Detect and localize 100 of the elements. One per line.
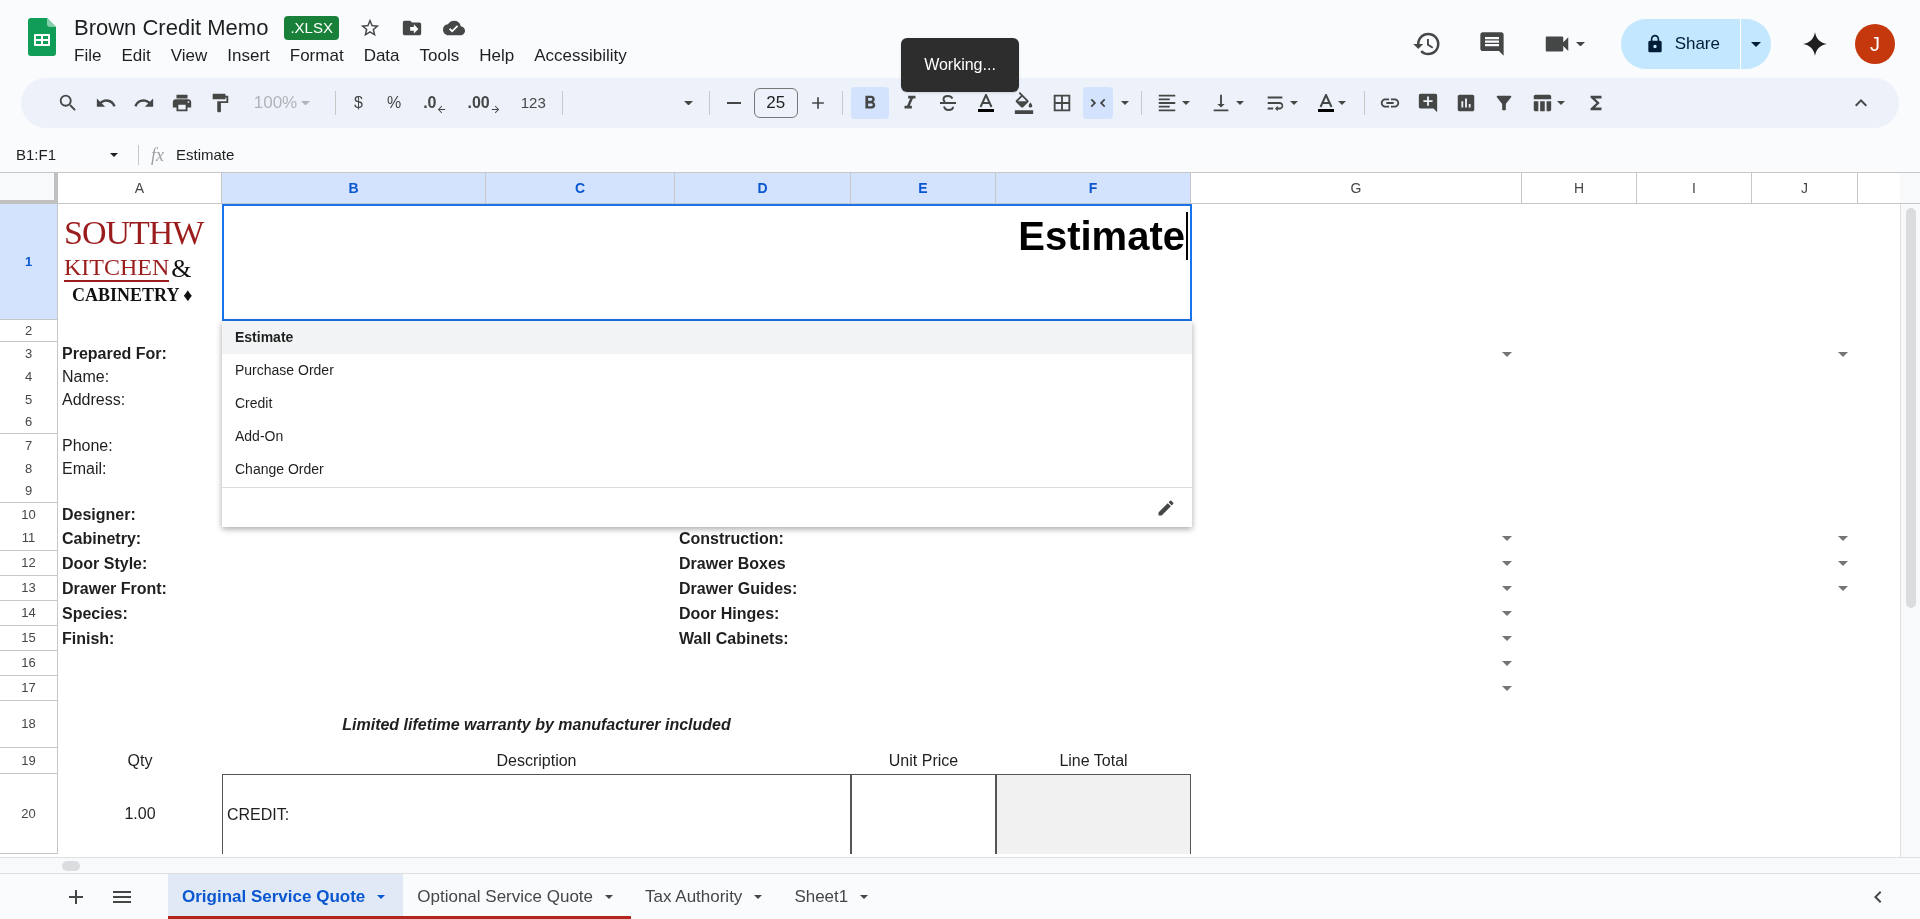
dropdown-arrow-icon[interactable] [1502,561,1512,566]
dropdown-option[interactable]: Change Order [222,453,1192,486]
working-toast: Working... [901,38,1019,92]
comment-icon[interactable] [1477,30,1506,58]
dropdown-arrow-icon[interactable] [1502,536,1512,541]
dropdown-option[interactable]: Estimate [222,321,1192,354]
horizontal-scrollbar[interactable] [62,860,80,871]
column-header[interactable]: A [58,173,222,204]
dropdown-arrow-icon[interactable] [1502,611,1512,616]
number-format-button[interactable]: 123 [512,87,554,119]
caret-icon [1120,101,1129,105]
caret-icon [1289,101,1298,105]
row-header[interactable]: 14 [0,601,58,626]
dropdown-option[interactable]: Add-On [222,420,1192,453]
paint-bucket-icon [1012,92,1035,114]
menu-item[interactable]: Insert [227,44,270,68]
row-header[interactable]: 19 [0,748,58,774]
document-title[interactable]: Brown Credit Memo [74,13,269,43]
cell-label: Prepared For: [61,344,168,364]
sparkle-icon[interactable] [1803,32,1827,56]
menu-item[interactable]: Data [363,44,400,68]
sheet-tab[interactable]: Optional Service Quote [403,874,632,919]
account-avatar[interactable]: J [1855,24,1895,64]
row-header[interactable]: 11 [0,526,58,551]
menu-item[interactable]: Accessibility [534,44,627,68]
row-header[interactable]: 20 [0,774,58,854]
cell-label: Email: [61,459,108,479]
menu-item[interactable]: View [170,44,208,68]
bold-button[interactable] [850,87,889,119]
row-header[interactable]: 9 [0,480,58,503]
currency-format-button[interactable]: $ [344,87,373,119]
menu-item[interactable]: Help [479,44,515,68]
menu-item[interactable]: Edit [121,44,151,68]
caret-icon [683,100,693,106]
column-header[interactable]: F [996,173,1191,204]
star-icon[interactable] [358,17,381,39]
dropdown-arrow-icon[interactable] [1838,586,1848,591]
row-header[interactable]: 18 [0,701,58,748]
dropdown-arrow-icon[interactable] [1502,661,1512,666]
caret-icon [301,100,311,106]
row-header[interactable]: 12 [0,551,58,576]
row-header[interactable]: 16 [0,651,58,676]
sheets-logo-icon[interactable] [28,18,56,56]
column-header[interactable]: I [1637,173,1752,204]
dropdown-arrow-icon[interactable] [1838,351,1848,357]
cell-label: Drawer Front: [61,578,168,599]
sheet-tab[interactable]: Sheet1 [780,874,887,919]
row-header[interactable]: 1 [0,204,58,320]
cell-label: Door Style: [61,553,149,574]
cell-label: Finish: [61,628,116,649]
row-header[interactable]: 17 [0,676,58,701]
row-header[interactable]: 2 [0,320,58,342]
caret-icon [1181,101,1190,105]
dropdown-option[interactable]: Credit [222,387,1192,420]
caret-icon [1235,101,1244,105]
merge-cells-button[interactable] [1082,87,1113,119]
cell-label: 1.00 [123,804,157,824]
vertical-scrollbar[interactable] [1905,208,1916,608]
column-header[interactable]: D [675,173,851,204]
cell-label: Address: [61,390,127,410]
cell-editor[interactable]: Estimate [222,204,1192,321]
column-header[interactable]: B [222,173,486,204]
name-box[interactable]: B1:F1 [0,143,130,167]
dropdown-arrow-icon[interactable] [1502,686,1512,691]
menu-item[interactable]: File [74,44,102,68]
formula-field[interactable]: Estimate [176,143,235,167]
font-size-field[interactable]: 25 [753,88,798,118]
dropdown-arrow-icon[interactable] [1502,351,1512,357]
sheet-tab[interactable]: Tax Authority [631,874,781,919]
row-header[interactable]: 13 [0,576,58,601]
column-header[interactable]: J [1752,173,1858,204]
dropdown-arrow-icon[interactable] [1838,536,1848,541]
increase-decimal-button[interactable]: .00 [459,87,509,119]
menu-item[interactable]: Tools [419,44,460,68]
edit-icon[interactable] [1156,497,1176,518]
column-header[interactable]: H [1522,173,1637,204]
dropdown-arrow-icon[interactable] [1502,636,1512,641]
column-header[interactable]: G [1191,173,1522,204]
dropdown-option[interactable]: Purchase Order [222,354,1192,387]
text-color-icon [977,94,994,112]
cell-label: Construction: [678,528,785,549]
cell-label: Qty [126,751,154,771]
cell-label: Drawer Guides: [678,578,799,599]
cell-label: Name: [61,367,111,387]
dropdown-arrow-icon[interactable] [1502,586,1512,591]
row-header[interactable]: 15 [0,626,58,651]
decrease-decimal-button[interactable]: .0 [415,87,456,119]
dropdown-arrow-icon[interactable] [1838,561,1848,566]
menu-item[interactable]: Format [289,44,344,68]
column-header[interactable]: E [851,173,996,204]
row-header[interactable]: 4 [0,365,58,389]
printer-icon [171,92,193,114]
row-header[interactable]: 5 [0,388,58,412]
arrow-right-icon [489,104,501,115]
function-label: fx [151,143,164,167]
row-header[interactable]: 8 [0,457,58,481]
percent-format-button[interactable]: % [376,87,412,119]
column-header[interactable]: C [486,173,675,204]
row-header[interactable]: 6 [0,411,58,434]
sheet-tab[interactable]: Original Service Quote [168,874,404,919]
